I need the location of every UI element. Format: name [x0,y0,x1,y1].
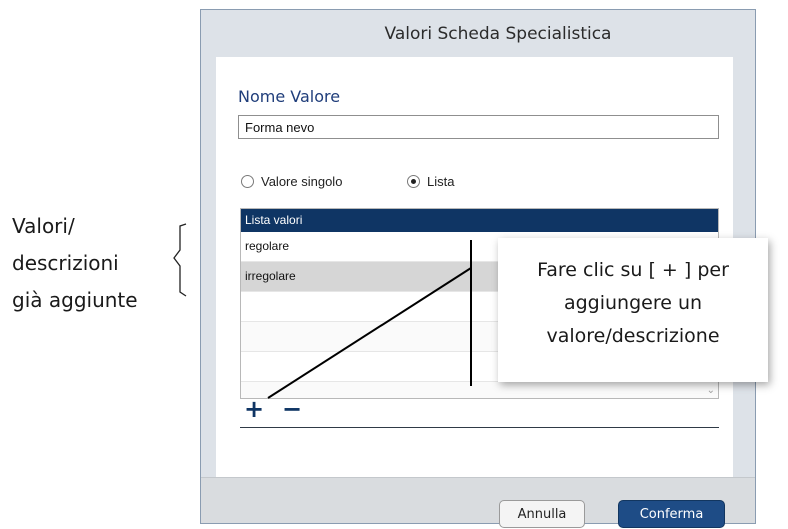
callout-line: aggiungere un [563,292,703,314]
dialog-titlebar: Valori Scheda Specialistica [201,10,755,57]
remove-value-button[interactable]: − [282,397,302,421]
value-name-input[interactable]: Forma nevo [238,115,719,139]
radio-circle-icon[interactable] [241,175,254,188]
annotation-bracket [173,223,187,297]
list-empty-row [241,382,718,398]
annotation-existing-values: Valori/ descrizioni già aggiunte [12,208,162,319]
scroll-down-icon[interactable]: ⌄ [707,385,715,396]
radio-single-label: Valore singolo [261,174,343,189]
add-value-button[interactable]: + [244,397,264,421]
radio-list[interactable]: Lista [407,174,454,189]
radio-list-label: Lista [427,174,455,189]
annotation-line: Valori/ [12,214,75,238]
radio-selected-icon[interactable] [407,175,420,188]
annotation-line: già aggiunte [12,288,138,312]
confirm-button[interactable]: Conferma [618,500,725,528]
divider [240,427,719,428]
callout-line: Fare clic su [ + ] per [537,259,729,281]
callout-line: valore/descrizione [546,325,720,347]
cancel-button[interactable]: Annulla [499,500,585,528]
value-name-label: Nome Valore [238,87,341,106]
radio-single-value[interactable]: Valore singolo [241,174,342,189]
callout-add-instruction: Fare clic su [ + ] per aggiungere un val… [498,238,768,382]
annotation-line: descrizioni [12,251,119,275]
dialog-title: Valori Scheda Specialistica [384,23,612,44]
list-header: Lista valori [241,209,718,232]
